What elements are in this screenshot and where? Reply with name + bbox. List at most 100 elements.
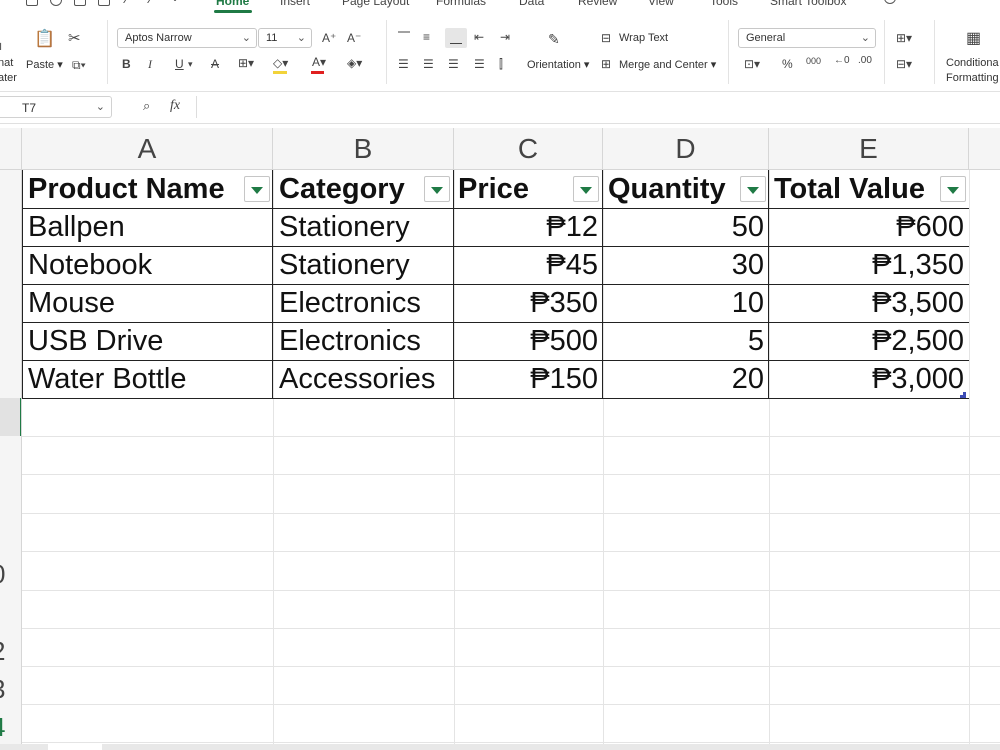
accounting-format-icon[interactable]: ⊡▾ (744, 57, 760, 71)
table-cell[interactable]: ₱3,500 (769, 284, 969, 322)
bold-button[interactable]: B (122, 57, 131, 71)
search-icon[interactable] (884, 0, 896, 4)
print-icon[interactable] (74, 0, 86, 6)
name-box[interactable]: T7 ⌄ (0, 96, 112, 118)
table-cell[interactable]: ₱12 (454, 208, 603, 246)
clear-format-icon[interactable]: ◈▾ (347, 56, 362, 70)
table-cell[interactable]: Stationery (273, 208, 454, 246)
align-center-icon[interactable]: ☰ (423, 57, 434, 71)
table-cell[interactable]: 5 (603, 322, 769, 360)
table-format-icon[interactable]: ⊟▾ (896, 57, 912, 71)
table-cell[interactable]: 30 (603, 246, 769, 284)
increase-indent-icon[interactable]: ⇥ (500, 30, 510, 44)
table-cell[interactable]: Ballpen (22, 208, 273, 246)
table-cell[interactable]: Electronics (273, 284, 454, 322)
table-cell[interactable]: ₱3,000 (769, 360, 969, 398)
format-painter-icon[interactable]: ╷ (0, 36, 4, 50)
table-header-cell[interactable]: Product Name (22, 170, 242, 208)
table-cell[interactable]: Stationery (273, 246, 454, 284)
spreadsheet-grid[interactable]: A B C D E 0 2 3 4 5 Product Name Categor… (0, 124, 1000, 750)
save-icon[interactable] (26, 0, 38, 6)
decrease-decimal-icon[interactable]: .00 (858, 54, 872, 68)
wrap-text-icon[interactable]: ⊟ (601, 31, 611, 45)
row-number-13[interactable]: 3 (0, 674, 21, 705)
number-format-select[interactable]: General ⌄ (738, 28, 876, 48)
column-header-b[interactable]: B (273, 128, 454, 170)
table-cell[interactable]: ₱600 (769, 208, 969, 246)
formula-input[interactable] (196, 96, 1000, 118)
align-bottom-icon[interactable]: ⎽ (450, 30, 462, 44)
merge-center-icon[interactable]: ⊞ (601, 57, 611, 71)
column-header-d[interactable]: D (603, 128, 769, 170)
increase-font-size-icon[interactable]: A⁺ (322, 31, 336, 45)
table-cell[interactable]: Electronics (273, 322, 454, 360)
cut-icon[interactable]: ✂ (68, 31, 81, 46)
table-cell[interactable]: Water Bottle (22, 360, 273, 398)
font-color-icon[interactable]: A▾ (312, 55, 326, 69)
tab-page-layout[interactable]: Page Layout (342, 0, 409, 8)
justify-icon[interactable]: ☰ (474, 57, 485, 71)
table-cell[interactable]: Notebook (22, 246, 273, 284)
increase-decimal-icon[interactable]: ←0 (834, 54, 850, 68)
table-header-cell[interactable]: Quantity (603, 170, 739, 208)
conditional-formatting-button[interactable]: Conditiona (946, 57, 999, 69)
table-cell[interactable]: 50 (603, 208, 769, 246)
table-header-cell[interactable]: Price (454, 170, 572, 208)
filter-dropdown-icon[interactable] (940, 176, 966, 202)
cell-style-icon[interactable]: ⊞▾ (896, 31, 912, 45)
copy-icon[interactable]: ⧉▾ (72, 58, 86, 72)
filter-dropdown-icon[interactable] (740, 176, 766, 202)
align-top-icon[interactable]: ⎺ (398, 30, 410, 44)
font-name-select[interactable]: Aptos Narrow ⌄ (117, 28, 257, 48)
column-header-e[interactable]: E (769, 128, 969, 170)
tab-home[interactable]: Home (216, 0, 249, 8)
table-cell[interactable]: ₱2,500 (769, 322, 969, 360)
paste-button[interactable]: Paste ▾ (26, 58, 63, 71)
orientation-icon[interactable]: ✎ (548, 32, 560, 46)
print-preview-icon[interactable] (98, 0, 110, 6)
table-cell[interactable]: ₱45 (454, 246, 603, 284)
table-cell[interactable]: USB Drive (22, 322, 273, 360)
tab-formulas[interactable]: Formulas (436, 0, 486, 8)
font-size-select[interactable]: 11 ⌄ (258, 28, 312, 48)
fill-color-icon[interactable]: ◇▾ (273, 56, 288, 70)
orientation-button[interactable]: Orientation ▾ (527, 58, 589, 71)
table-resize-handle[interactable] (960, 392, 966, 398)
column-header-f[interactable] (969, 128, 1000, 170)
decrease-indent-icon[interactable]: ⇤ (474, 30, 484, 44)
align-left-icon[interactable]: ☰ (398, 57, 409, 71)
chevron-down-icon[interactable]: ▾ (188, 57, 193, 71)
column-header-a[interactable]: A (22, 128, 273, 170)
sheet-tab[interactable] (48, 744, 102, 750)
quick-access-dropdown-icon[interactable]: ⌄ (170, 0, 180, 4)
tab-tools[interactable]: Tools (710, 0, 738, 8)
table-header-cell[interactable]: Category (273, 170, 423, 208)
tab-view[interactable]: View (648, 0, 674, 8)
tab-data[interactable]: Data (519, 0, 544, 8)
undo-icon[interactable] (50, 0, 62, 6)
table-cell[interactable]: ₱350 (454, 284, 603, 322)
percent-button[interactable]: % (782, 57, 793, 71)
table-cell[interactable]: 10 (603, 284, 769, 322)
column-header-c[interactable]: C (454, 128, 603, 170)
underline-button[interactable]: U (175, 57, 184, 71)
tab-review[interactable]: Review (578, 0, 617, 8)
conditional-formatting-icon[interactable]: ▦ (966, 31, 981, 47)
table-cell[interactable]: ₱500 (454, 322, 603, 360)
undo-arrow-icon[interactable]: ⁄ (126, 0, 128, 6)
align-middle-icon[interactable]: ≡ (423, 30, 430, 44)
italic-button[interactable]: I (148, 57, 152, 71)
row-number-12[interactable]: 2 (0, 636, 21, 667)
wrap-text-button[interactable]: Wrap Text (619, 32, 668, 44)
fx-icon[interactable]: fx (170, 99, 180, 113)
strikethrough-icon[interactable]: A (211, 57, 219, 71)
distributed-icon[interactable]: ⫿ (499, 57, 503, 71)
filter-dropdown-icon[interactable] (573, 176, 599, 202)
redo-arrow-icon[interactable]: ⁄ (150, 0, 152, 6)
filter-dropdown-icon[interactable] (424, 176, 450, 202)
row-number-10[interactable]: 0 (0, 559, 21, 590)
table-cell[interactable]: ₱1,350 (769, 246, 969, 284)
table-cell[interactable]: Mouse (22, 284, 273, 322)
row-number-14[interactable]: 4 (0, 712, 21, 743)
table-cell[interactable]: Accessories (273, 360, 454, 398)
